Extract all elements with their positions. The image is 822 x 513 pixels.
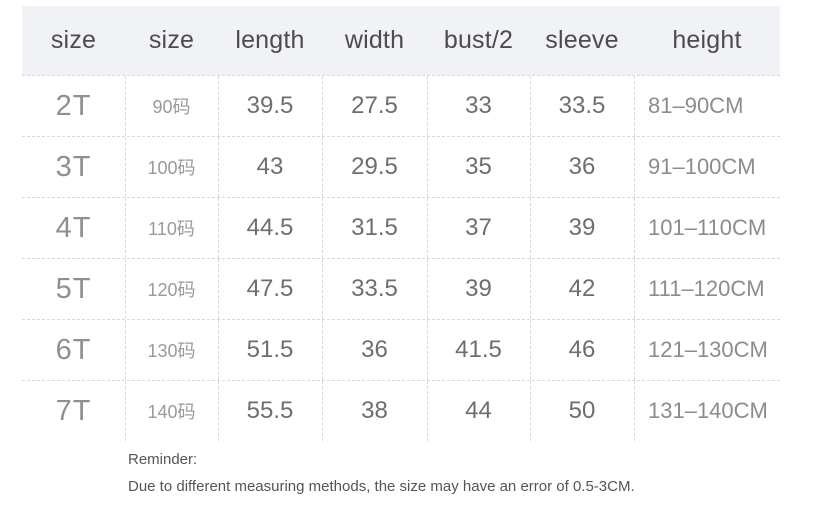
size-chart: size size length width bust/2 sleeve hei… bbox=[0, 0, 822, 513]
cell-size-us: 3T bbox=[55, 150, 92, 183]
cell-size-cn: 120码 bbox=[125, 259, 218, 319]
cell-size-cn: 130码 bbox=[125, 320, 218, 380]
cell-width: 36 bbox=[322, 320, 427, 380]
cell-length: 44.5 bbox=[218, 198, 322, 258]
table-row: 5T 120码 47.5 33.5 39 42 111–120CM bbox=[22, 259, 780, 320]
reminder-section: Reminder: Due to different measuring met… bbox=[128, 446, 808, 500]
cell-width: 27.5 bbox=[322, 76, 427, 136]
cell-size-cn: 100码 bbox=[125, 137, 218, 197]
cell-size-us: 4T bbox=[55, 211, 92, 244]
cell-height: 81–90CM bbox=[634, 76, 780, 136]
cell-length: 51.5 bbox=[218, 320, 322, 380]
cell-sleeve: 33.5 bbox=[530, 76, 634, 136]
column-header-size-us: size bbox=[50, 26, 97, 54]
table-row: 4T 110码 44.5 31.5 37 39 101–110CM bbox=[22, 198, 780, 259]
table-header-row: size size length width bust/2 sleeve hei… bbox=[22, 6, 780, 75]
reminder-title: Reminder: bbox=[128, 451, 198, 468]
cell-height: 101–110CM bbox=[634, 198, 780, 258]
cell-bust: 35 bbox=[427, 137, 530, 197]
cell-length: 39.5 bbox=[218, 76, 322, 136]
column-header-length: length bbox=[235, 26, 305, 54]
table-body: 2T 90码 39.5 27.5 33 33.5 81–90CM 3T 100码… bbox=[22, 75, 780, 441]
cell-size-cn: 140码 bbox=[125, 381, 218, 441]
column-header-height: height bbox=[672, 26, 742, 54]
cell-sleeve: 50 bbox=[530, 381, 634, 441]
cell-width: 31.5 bbox=[322, 198, 427, 258]
cell-size-us: 5T bbox=[55, 272, 92, 305]
cell-size-cn: 110码 bbox=[125, 198, 218, 258]
column-header-sleeve: sleeve bbox=[545, 26, 619, 54]
cell-size-cn: 90码 bbox=[125, 76, 218, 136]
cell-length: 47.5 bbox=[218, 259, 322, 319]
cell-length: 43 bbox=[218, 137, 322, 197]
cell-bust: 37 bbox=[427, 198, 530, 258]
cell-sleeve: 39 bbox=[530, 198, 634, 258]
cell-width: 38 bbox=[322, 381, 427, 441]
cell-size-us: 6T bbox=[55, 333, 92, 366]
cell-height: 131–140CM bbox=[634, 381, 780, 441]
cell-height: 91–100CM bbox=[634, 137, 780, 197]
table-row: 7T 140码 55.5 38 44 50 131–140CM bbox=[22, 381, 780, 441]
cell-height: 121–130CM bbox=[634, 320, 780, 380]
cell-height: 111–120CM bbox=[634, 259, 780, 319]
cell-sleeve: 46 bbox=[530, 320, 634, 380]
column-header-size-cn: size bbox=[148, 26, 195, 54]
table-row: 2T 90码 39.5 27.5 33 33.5 81–90CM bbox=[22, 75, 780, 137]
cell-sleeve: 36 bbox=[530, 137, 634, 197]
table-row: 3T 100码 43 29.5 35 36 91–100CM bbox=[22, 137, 780, 198]
cell-width: 33.5 bbox=[322, 259, 427, 319]
reminder-note: Due to different measuring methods, the … bbox=[128, 478, 635, 495]
cell-bust: 39 bbox=[427, 259, 530, 319]
table-row: 6T 130码 51.5 36 41.5 46 121–130CM bbox=[22, 320, 780, 381]
cell-bust: 33 bbox=[427, 76, 530, 136]
cell-width: 29.5 bbox=[322, 137, 427, 197]
cell-bust: 41.5 bbox=[427, 320, 530, 380]
column-header-width: width bbox=[344, 26, 405, 54]
cell-length: 55.5 bbox=[218, 381, 322, 441]
cell-size-us: 2T bbox=[55, 89, 92, 122]
cell-bust: 44 bbox=[427, 381, 530, 441]
cell-size-us: 7T bbox=[55, 394, 92, 427]
column-header-bust: bust/2 bbox=[443, 26, 514, 54]
cell-sleeve: 42 bbox=[530, 259, 634, 319]
